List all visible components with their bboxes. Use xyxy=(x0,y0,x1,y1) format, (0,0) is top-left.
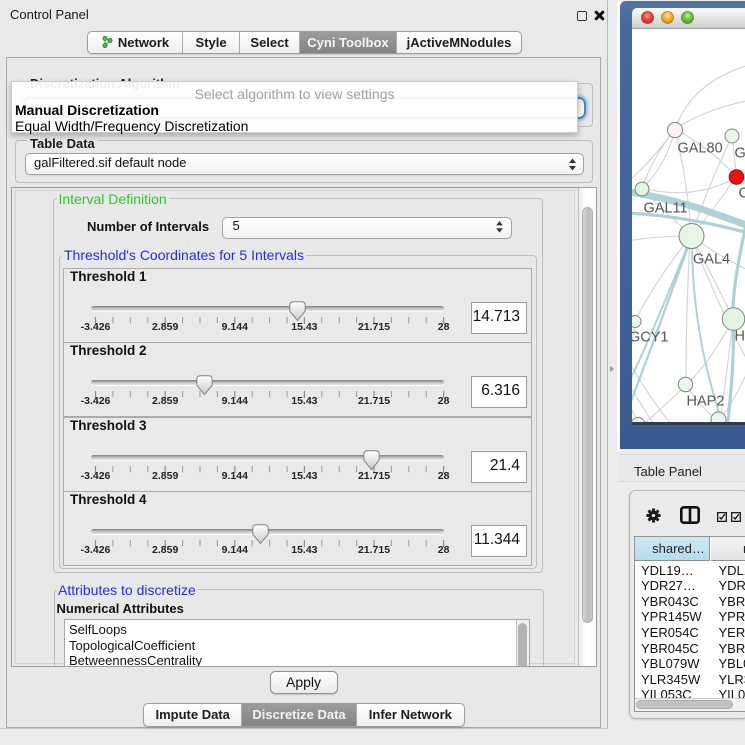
svg-text:GAL1: GAL1 xyxy=(734,145,745,161)
svg-text:HIS4: HIS4 xyxy=(734,328,745,344)
svg-text:GAL11: GAL11 xyxy=(643,200,687,216)
svg-text:GAL4: GAL4 xyxy=(693,251,730,267)
svg-text:C1: C1 xyxy=(738,185,745,201)
svg-text:HAP2: HAP2 xyxy=(686,393,724,409)
svg-text:GAL80: GAL80 xyxy=(677,140,722,156)
svg-text:GCY1: GCY1 xyxy=(632,329,669,345)
